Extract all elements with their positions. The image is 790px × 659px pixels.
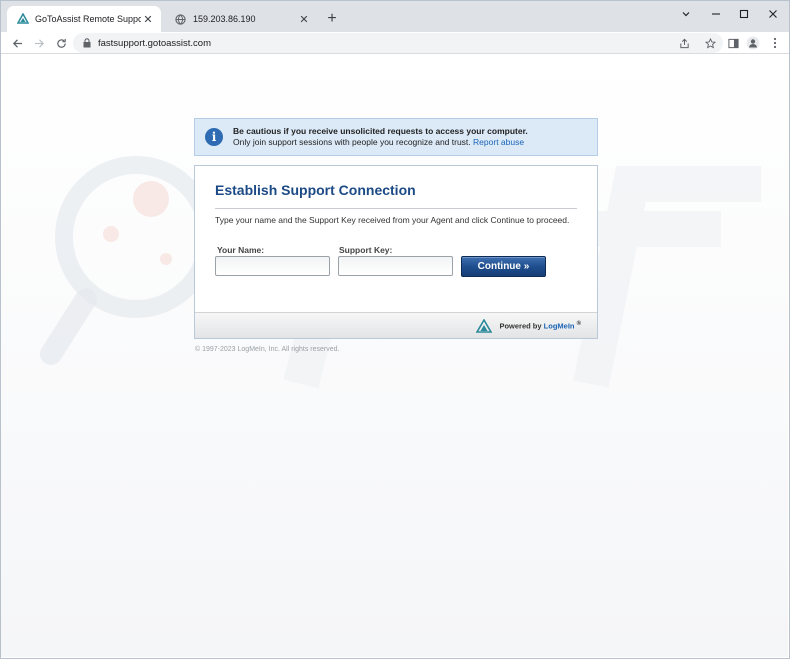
support-key-label: Support Key: [339, 245, 393, 255]
card-footer: Powered by LogMeIn ® [195, 312, 597, 338]
share-icon[interactable] [677, 36, 691, 50]
name-label: Your Name: [217, 245, 265, 255]
continue-button[interactable]: Continue » [461, 256, 546, 277]
logmein-brand[interactable]: LogMeIn [544, 321, 575, 330]
registered-mark: ® [576, 320, 581, 327]
tab-strip: GoToAssist Remote Support ✕ 159.203.86.1… [1, 1, 789, 32]
side-panel-icon[interactable] [725, 35, 741, 51]
minimize-icon[interactable] [701, 5, 731, 23]
globe-icon [174, 13, 187, 26]
copyright-text: © 1997-2023 LogMeIn, Inc. All rights res… [195, 346, 340, 353]
notice-text: Be cautious if you receive unsolicited r… [233, 126, 528, 148]
page-content: i Be cautious if you receive unsolicited… [1, 54, 788, 657]
support-connection-card: Establish Support Connection Type your n… [194, 165, 598, 339]
divider [215, 208, 577, 209]
powered-by-label: Powered by [499, 321, 542, 331]
gotoassist-favicon-icon [16, 13, 29, 26]
report-abuse-link[interactable]: Report abuse [473, 137, 524, 147]
address-bar[interactable]: fastsupport.gotoassist.com [73, 33, 723, 53]
bookmark-star-icon[interactable] [703, 36, 717, 50]
tab-close-icon[interactable]: ✕ [141, 12, 155, 26]
tab-close-icon[interactable]: ✕ [297, 12, 311, 26]
forward-arrow-icon[interactable] [30, 34, 48, 52]
caution-notice: i Be cautious if you receive unsolicited… [194, 118, 598, 156]
instructions-text: Type your name and the Support Key recei… [215, 215, 570, 225]
notice-advice: Only join support sessions with people y… [233, 137, 528, 148]
new-tab-button[interactable]: + [323, 10, 341, 28]
back-arrow-icon[interactable] [8, 34, 26, 52]
notice-advice-text: Only join support sessions with people y… [233, 137, 471, 147]
tab-title: 159.203.86.190 [193, 14, 256, 24]
reload-icon[interactable] [52, 34, 70, 52]
maximize-icon[interactable] [729, 5, 759, 23]
browser-toolbar: fastsupport.gotoassist.com [1, 32, 789, 54]
tab-ip-address[interactable]: 159.203.86.190 ✕ [165, 6, 317, 32]
tab-gotoassist[interactable]: GoToAssist Remote Support ✕ [7, 6, 161, 32]
kebab-menu-icon[interactable] [767, 35, 783, 51]
powered-by-text: Powered by LogMeIn ® [499, 321, 581, 331]
lock-icon[interactable] [82, 38, 92, 48]
notice-warning: Be cautious if you receive unsolicited r… [233, 126, 528, 136]
url-text[interactable]: fastsupport.gotoassist.com [98, 38, 677, 49]
logmein-logo-icon [475, 318, 493, 334]
support-key-input[interactable] [338, 256, 453, 276]
page-title: Establish Support Connection [215, 182, 416, 198]
info-icon: i [205, 128, 223, 146]
tab-title: GoToAssist Remote Support [35, 14, 141, 24]
chevron-down-icon[interactable] [671, 5, 701, 23]
close-icon[interactable] [758, 5, 788, 23]
name-input[interactable] [215, 256, 330, 276]
profile-avatar-icon[interactable] [745, 35, 761, 51]
